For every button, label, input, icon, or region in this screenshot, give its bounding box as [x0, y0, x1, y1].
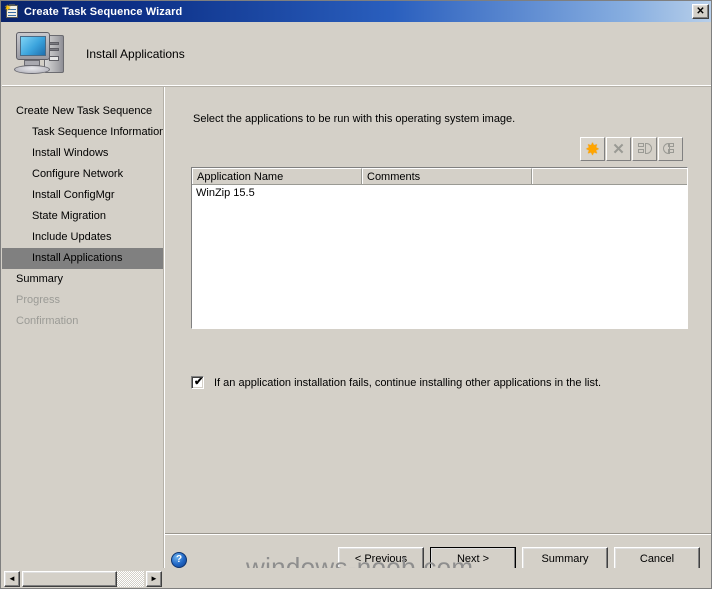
sidebar-item-summary[interactable]: Summary	[2, 269, 164, 290]
sidebar-item-create-new-task-sequence[interactable]: Create New Task Sequence	[2, 101, 164, 122]
sidebar-item-include-updates[interactable]: Include Updates	[2, 227, 164, 248]
help-glyph: ?	[175, 554, 183, 565]
sidebar-item-configure-network[interactable]: Configure Network	[2, 164, 164, 185]
x-glyph: ✕	[612, 140, 625, 158]
continue-on-failure-row[interactable]: ✔ If an application installation fails, …	[191, 376, 601, 389]
scrollbar-thumb[interactable]	[22, 570, 118, 587]
sidebar-item-task-sequence-information[interactable]: Task Sequence Information	[2, 122, 165, 143]
column-header-extra[interactable]	[532, 168, 687, 184]
computer-icon	[12, 29, 70, 79]
chevron-left-icon: ◄	[8, 573, 16, 583]
page-title: Install Applications	[86, 46, 185, 61]
content-panel: Select the applications to be run with t…	[165, 87, 711, 533]
starburst-icon: ✸	[581, 138, 604, 160]
scroll-left-button[interactable]: ◄	[4, 570, 20, 587]
wizard-window: ✶ Create Task Sequence Wizard ✕ Install …	[0, 0, 712, 589]
column-header-comments[interactable]: Comments	[362, 168, 532, 184]
sidebar-divider-shadow	[163, 87, 164, 568]
move-down-icon	[659, 138, 682, 160]
wizard-header: Install Applications	[2, 22, 711, 85]
delete-application-button[interactable]: ✕	[606, 137, 631, 161]
wizard-steps-sidebar: Create New Task Sequence Task Sequence In…	[2, 87, 165, 568]
starburst-glyph: ✸	[585, 139, 600, 159]
sidebar-item-state-migration[interactable]: State Migration	[2, 206, 164, 227]
move-up-button[interactable]	[632, 137, 657, 161]
title-bar: ✶ Create Task Sequence Wizard ✕	[1, 1, 711, 22]
list-header-row: Application Name Comments	[192, 168, 687, 185]
cell-extra	[532, 185, 687, 201]
task-sequence-icon: ✶	[4, 4, 20, 19]
applications-list[interactable]: Application Name Comments WinZip 15.5	[191, 167, 688, 329]
table-row[interactable]: WinZip 15.5	[192, 185, 687, 201]
close-icon: ✕	[696, 6, 705, 17]
list-toolbar: ✸ ✕	[580, 137, 684, 161]
sidebar-item-progress[interactable]: Progress	[2, 290, 164, 311]
sidebar-item-confirmation[interactable]: Confirmation	[2, 311, 164, 332]
footer-filler	[165, 568, 711, 588]
x-delete-icon: ✕	[607, 138, 630, 160]
scroll-right-button[interactable]: ►	[146, 570, 162, 587]
continue-on-failure-label: If an application installation fails, co…	[214, 376, 602, 389]
sidebar-item-install-applications[interactable]: Install Applications	[2, 248, 164, 269]
horizontal-scrollbar[interactable]: ◄ ►	[2, 568, 164, 588]
move-down-button[interactable]	[658, 137, 683, 161]
checkmark-icon: ✔	[194, 376, 204, 388]
close-button[interactable]: ✕	[692, 4, 709, 19]
help-icon[interactable]: ?	[171, 552, 187, 568]
sidebar-item-install-windows[interactable]: Install Windows	[2, 143, 164, 164]
instruction-text: Select the applications to be run with t…	[193, 113, 516, 125]
move-up-icon	[633, 138, 656, 160]
list-body: WinZip 15.5	[192, 185, 687, 201]
chevron-right-icon: ►	[150, 573, 158, 583]
move-up-icon-shape	[637, 142, 653, 156]
window-title: Create Task Sequence Wizard	[24, 5, 183, 18]
cell-comments	[362, 185, 532, 201]
move-down-icon-shape	[662, 142, 679, 156]
scrollbar-track[interactable]	[22, 570, 144, 587]
cell-application-name: WinZip 15.5	[196, 187, 255, 199]
column-header-application-name[interactable]: Application Name	[192, 168, 362, 184]
continue-on-failure-checkbox[interactable]: ✔	[191, 376, 204, 389]
sidebar-item-install-configmgr[interactable]: Install ConfigMgr	[2, 185, 164, 206]
new-application-button[interactable]: ✸	[580, 137, 605, 161]
